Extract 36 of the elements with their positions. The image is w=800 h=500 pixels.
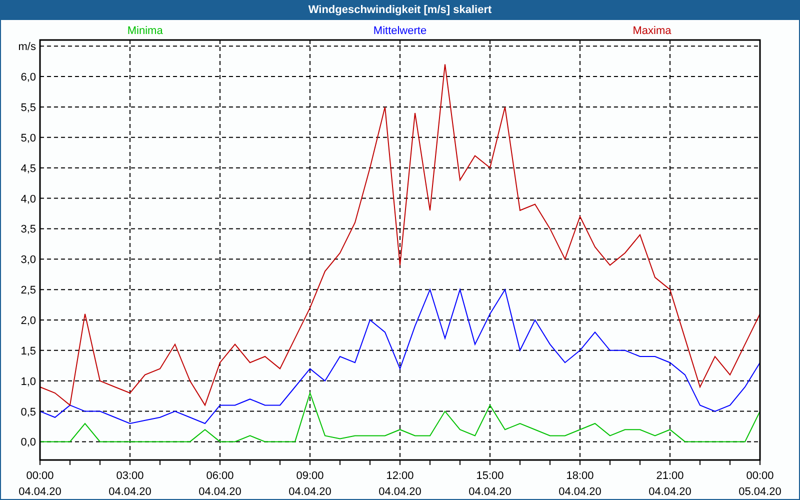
x-tick-time: 15:00 bbox=[476, 470, 504, 482]
x-tick-time: 21:00 bbox=[656, 470, 684, 482]
legend-label: Minima bbox=[127, 25, 163, 37]
x-tick-date: 04.04.20 bbox=[18, 486, 62, 498]
window-title: Windgeschwindigkeit [m/s] skaliert bbox=[307, 2, 493, 18]
x-tick-date: 04.04.20 bbox=[648, 486, 692, 498]
y-tick-label: 0,5 bbox=[20, 406, 36, 418]
y-tick-label: 2,0 bbox=[20, 315, 36, 327]
y-tick-label: 4,5 bbox=[20, 162, 36, 175]
x-tick-date: 04.04.20 bbox=[108, 486, 152, 498]
x-tick-time: 12:00 bbox=[386, 470, 414, 482]
y-tick-label: 1,0 bbox=[20, 376, 36, 388]
x-tick-date: 04.04.20 bbox=[558, 486, 602, 498]
legend-label: Maxima bbox=[632, 25, 672, 37]
y-axis-unit: m/s bbox=[18, 41, 36, 54]
x-tick-date: 04.04.20 bbox=[198, 486, 242, 498]
x-tick-time: 06:00 bbox=[206, 470, 234, 482]
x-tick-time: 00:00 bbox=[26, 470, 54, 482]
x-tick-date: 04.04.20 bbox=[468, 486, 512, 498]
x-tick-date: 04.04.20 bbox=[378, 486, 422, 498]
x-tick-time: 03:00 bbox=[116, 470, 144, 482]
y-tick-label: 6,0 bbox=[20, 72, 36, 84]
y-tick-label: 4,0 bbox=[20, 193, 36, 206]
y-tick-label: 5,5 bbox=[20, 102, 36, 114]
y-tick-label: 1,5 bbox=[20, 345, 36, 358]
x-tick-date: 05.04.20 bbox=[738, 486, 782, 498]
y-tick-label: 3,5 bbox=[20, 224, 36, 236]
y-tick-label: 5,0 bbox=[20, 132, 36, 144]
x-tick-time: 00:00 bbox=[746, 470, 774, 482]
x-tick-time: 18:00 bbox=[566, 470, 594, 482]
x-tick-time: 09:00 bbox=[296, 470, 324, 482]
x-tick-date: 04.04.20 bbox=[288, 486, 332, 498]
y-tick-label: 3,0 bbox=[20, 254, 36, 266]
y-tick-label: 0,0 bbox=[20, 436, 36, 449]
legend-label: Mittelwerte bbox=[373, 25, 427, 37]
y-tick-label: 2,5 bbox=[20, 284, 36, 297]
